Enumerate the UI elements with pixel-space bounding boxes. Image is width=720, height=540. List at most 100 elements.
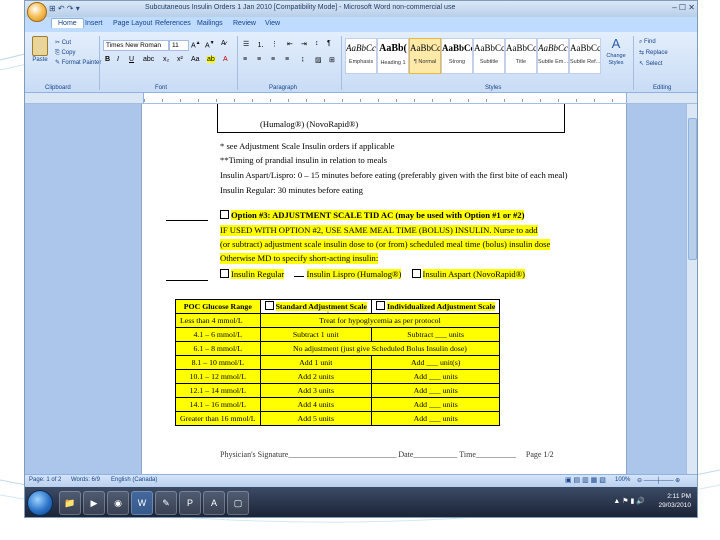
multilevel-list-icon[interactable]: ⋮ bbox=[271, 40, 278, 48]
font-color-icon[interactable]: A bbox=[223, 56, 228, 63]
checkbox[interactable] bbox=[411, 269, 421, 278]
column-header: POC Glucose Range bbox=[175, 299, 261, 314]
style-sample: AaBbCcl bbox=[474, 43, 504, 53]
tab-mailings[interactable]: Mailings bbox=[197, 20, 223, 27]
glucose-range-cell: 8.1 – 10 mmol/L bbox=[175, 355, 261, 370]
individual-scale-cell[interactable]: Add ___ units bbox=[370, 411, 501, 426]
italic-icon[interactable]: I bbox=[117, 56, 119, 63]
tab-references[interactable]: References bbox=[155, 20, 191, 27]
subscript-icon[interactable]: x₂ bbox=[163, 56, 169, 63]
system-tray-icons[interactable]: ▲ ⚑ ▮ 🔊 bbox=[613, 497, 645, 505]
align-left-icon[interactable]: ≡ bbox=[243, 56, 247, 63]
style-sample: AaBbCcl bbox=[442, 43, 472, 53]
paste-button[interactable]: Paste bbox=[29, 36, 51, 72]
scrollbar-thumb[interactable] bbox=[688, 118, 697, 260]
firefox-taskbar-icon[interactable]: ◉ bbox=[107, 491, 129, 515]
align-right-icon[interactable]: ≡ bbox=[271, 56, 275, 63]
borders-icon[interactable]: ⊞ bbox=[329, 56, 335, 64]
note-line: Insulin Regular: 30 minutes before eatin… bbox=[220, 185, 363, 195]
change-case-icon[interactable]: Aa bbox=[191, 56, 200, 63]
word-taskbar-icon[interactable]: W bbox=[131, 491, 153, 515]
tab-view[interactable]: View bbox=[265, 20, 280, 27]
window-taskbar-icon[interactable]: ▢ bbox=[227, 491, 249, 515]
language-status[interactable]: English (Canada) bbox=[111, 477, 157, 483]
checkbox[interactable] bbox=[220, 210, 229, 219]
tab-page-layout[interactable]: Page Layout bbox=[113, 20, 152, 27]
paint-taskbar-icon[interactable]: ✎ bbox=[155, 491, 177, 515]
individual-scale-cell[interactable]: Add ___ units bbox=[370, 383, 501, 398]
tab-insert[interactable]: Insert bbox=[85, 20, 103, 27]
checkbox[interactable] bbox=[376, 301, 385, 310]
select-button[interactable]: ↖ Select bbox=[639, 59, 668, 70]
bullets-icon[interactable]: ☰ bbox=[243, 40, 249, 48]
table-header-row: POC Glucose Range Standard Adjustment Sc… bbox=[175, 299, 501, 314]
clear-format-icon[interactable]: A̷ bbox=[221, 40, 226, 47]
grow-font-icon[interactable]: A▲ bbox=[191, 40, 201, 49]
font-name-select[interactable]: Times New Roman bbox=[103, 40, 169, 51]
clipboard-icon bbox=[32, 36, 48, 56]
horizontal-ruler[interactable] bbox=[25, 93, 697, 104]
pilcrow-icon[interactable]: ¶ bbox=[327, 40, 331, 47]
replace-button[interactable]: ⇆ Replace bbox=[639, 48, 668, 59]
date-label: Date___________ bbox=[398, 450, 458, 459]
style-emphasis[interactable]: AaBbCcI Emphasis bbox=[345, 38, 377, 74]
style-strong[interactable]: AaBbCcl Strong bbox=[441, 38, 473, 74]
style-name: Title bbox=[515, 59, 527, 65]
tab-home[interactable]: Home bbox=[51, 18, 84, 28]
window-title: Subcutaneous Insulin Orders 1 Jan 2010 [… bbox=[145, 4, 456, 11]
quick-access-toolbar[interactable]: ⊞ ↶ ↷ ▾ bbox=[49, 4, 80, 13]
style-subtle-emphasis[interactable]: AaBbCcI Subtle Em... bbox=[537, 38, 569, 74]
style-sample: AaBbCcI bbox=[538, 43, 568, 53]
style-subtitle[interactable]: AaBbCcl Subtitle bbox=[473, 38, 505, 74]
media-player-taskbar-icon[interactable]: ▶ bbox=[83, 491, 105, 515]
checkbox[interactable] bbox=[264, 301, 274, 310]
powerpoint-taskbar-icon[interactable]: P bbox=[179, 491, 201, 515]
style-title[interactable]: AaBbCcI Title bbox=[505, 38, 537, 74]
strikethrough-icon[interactable]: abc bbox=[143, 56, 154, 63]
word-count-status[interactable]: Words: 6/9 bbox=[71, 477, 100, 483]
zoom-slider[interactable]: ⊖ ───┼─── ⊕ bbox=[637, 477, 680, 484]
font-size-select[interactable]: 11 bbox=[169, 40, 189, 51]
document-page[interactable]: (Humalog®) (NovoRapid®) * see Adjustment… bbox=[141, 104, 627, 474]
style-heading-1[interactable]: AaBb(Heading 1 bbox=[377, 38, 409, 74]
window-controls[interactable]: – ☐ ✕ bbox=[672, 3, 695, 12]
individual-scale-cell[interactable]: Subtract ___ units bbox=[370, 327, 501, 342]
superscript-icon[interactable]: x² bbox=[177, 56, 183, 63]
justify-icon[interactable]: ≡ bbox=[285, 56, 289, 63]
style-normal[interactable]: AaBbCcI ¶ Normal bbox=[409, 38, 441, 74]
acrobat-taskbar-icon[interactable]: A bbox=[203, 491, 225, 515]
view-buttons-icon[interactable]: ▣ ▤ ▥ ▦ ▧ bbox=[565, 476, 606, 484]
increase-indent-icon[interactable]: ⇥ bbox=[301, 40, 307, 48]
checkbox[interactable] bbox=[220, 269, 229, 278]
cut-button[interactable]: ✂ Cut bbox=[55, 38, 101, 48]
change-styles-button[interactable]: A Change Styles bbox=[603, 36, 629, 66]
individual-scale-cell[interactable]: Add ___ units bbox=[370, 397, 501, 412]
decrease-indent-icon[interactable]: ⇤ bbox=[287, 40, 293, 48]
format-painter-button[interactable]: ✎ Format Painter bbox=[55, 58, 101, 68]
align-center-icon[interactable]: ≡ bbox=[257, 56, 261, 63]
explorer-taskbar-icon[interactable]: 📁 bbox=[59, 491, 81, 515]
sort-icon[interactable]: ↕ bbox=[315, 40, 319, 47]
start-button-icon[interactable] bbox=[27, 490, 53, 516]
office-button-icon[interactable] bbox=[27, 2, 47, 22]
shading-icon[interactable]: ▨ bbox=[315, 56, 322, 64]
style-sample: AaBb( bbox=[379, 43, 407, 54]
taskbar-clock[interactable]: 2:11 PM 29/03/2010 bbox=[658, 492, 691, 510]
individual-scale-cell[interactable]: Add ___ unit(s) bbox=[370, 355, 501, 370]
format-painter-label: Format Painter bbox=[61, 60, 102, 66]
highlight-icon[interactable]: ab bbox=[207, 56, 215, 63]
individual-scale-cell[interactable]: Add ___ units bbox=[370, 369, 501, 384]
underline-icon[interactable]: U bbox=[129, 56, 134, 63]
vertical-scrollbar[interactable] bbox=[686, 104, 697, 474]
bold-icon[interactable]: B bbox=[105, 56, 110, 63]
zoom-level[interactable]: 100% bbox=[615, 477, 630, 483]
table-row: Less than 4 mmol/L Treat for hypoglycemi… bbox=[175, 313, 501, 328]
numbering-icon[interactable]: ⒈ bbox=[257, 40, 264, 50]
shrink-font-icon[interactable]: A▼ bbox=[205, 40, 215, 49]
copy-button[interactable]: ⎘ Copy bbox=[55, 48, 101, 58]
page-count-status[interactable]: Page: 1 of 2 bbox=[29, 477, 61, 483]
find-button[interactable]: ⌕ Find bbox=[639, 37, 668, 48]
line-spacing-icon[interactable]: ↨ bbox=[301, 56, 305, 63]
style-subtle-reference[interactable]: AaBbCcI Subtle Ref... bbox=[569, 38, 601, 74]
tab-review[interactable]: Review bbox=[233, 20, 256, 27]
